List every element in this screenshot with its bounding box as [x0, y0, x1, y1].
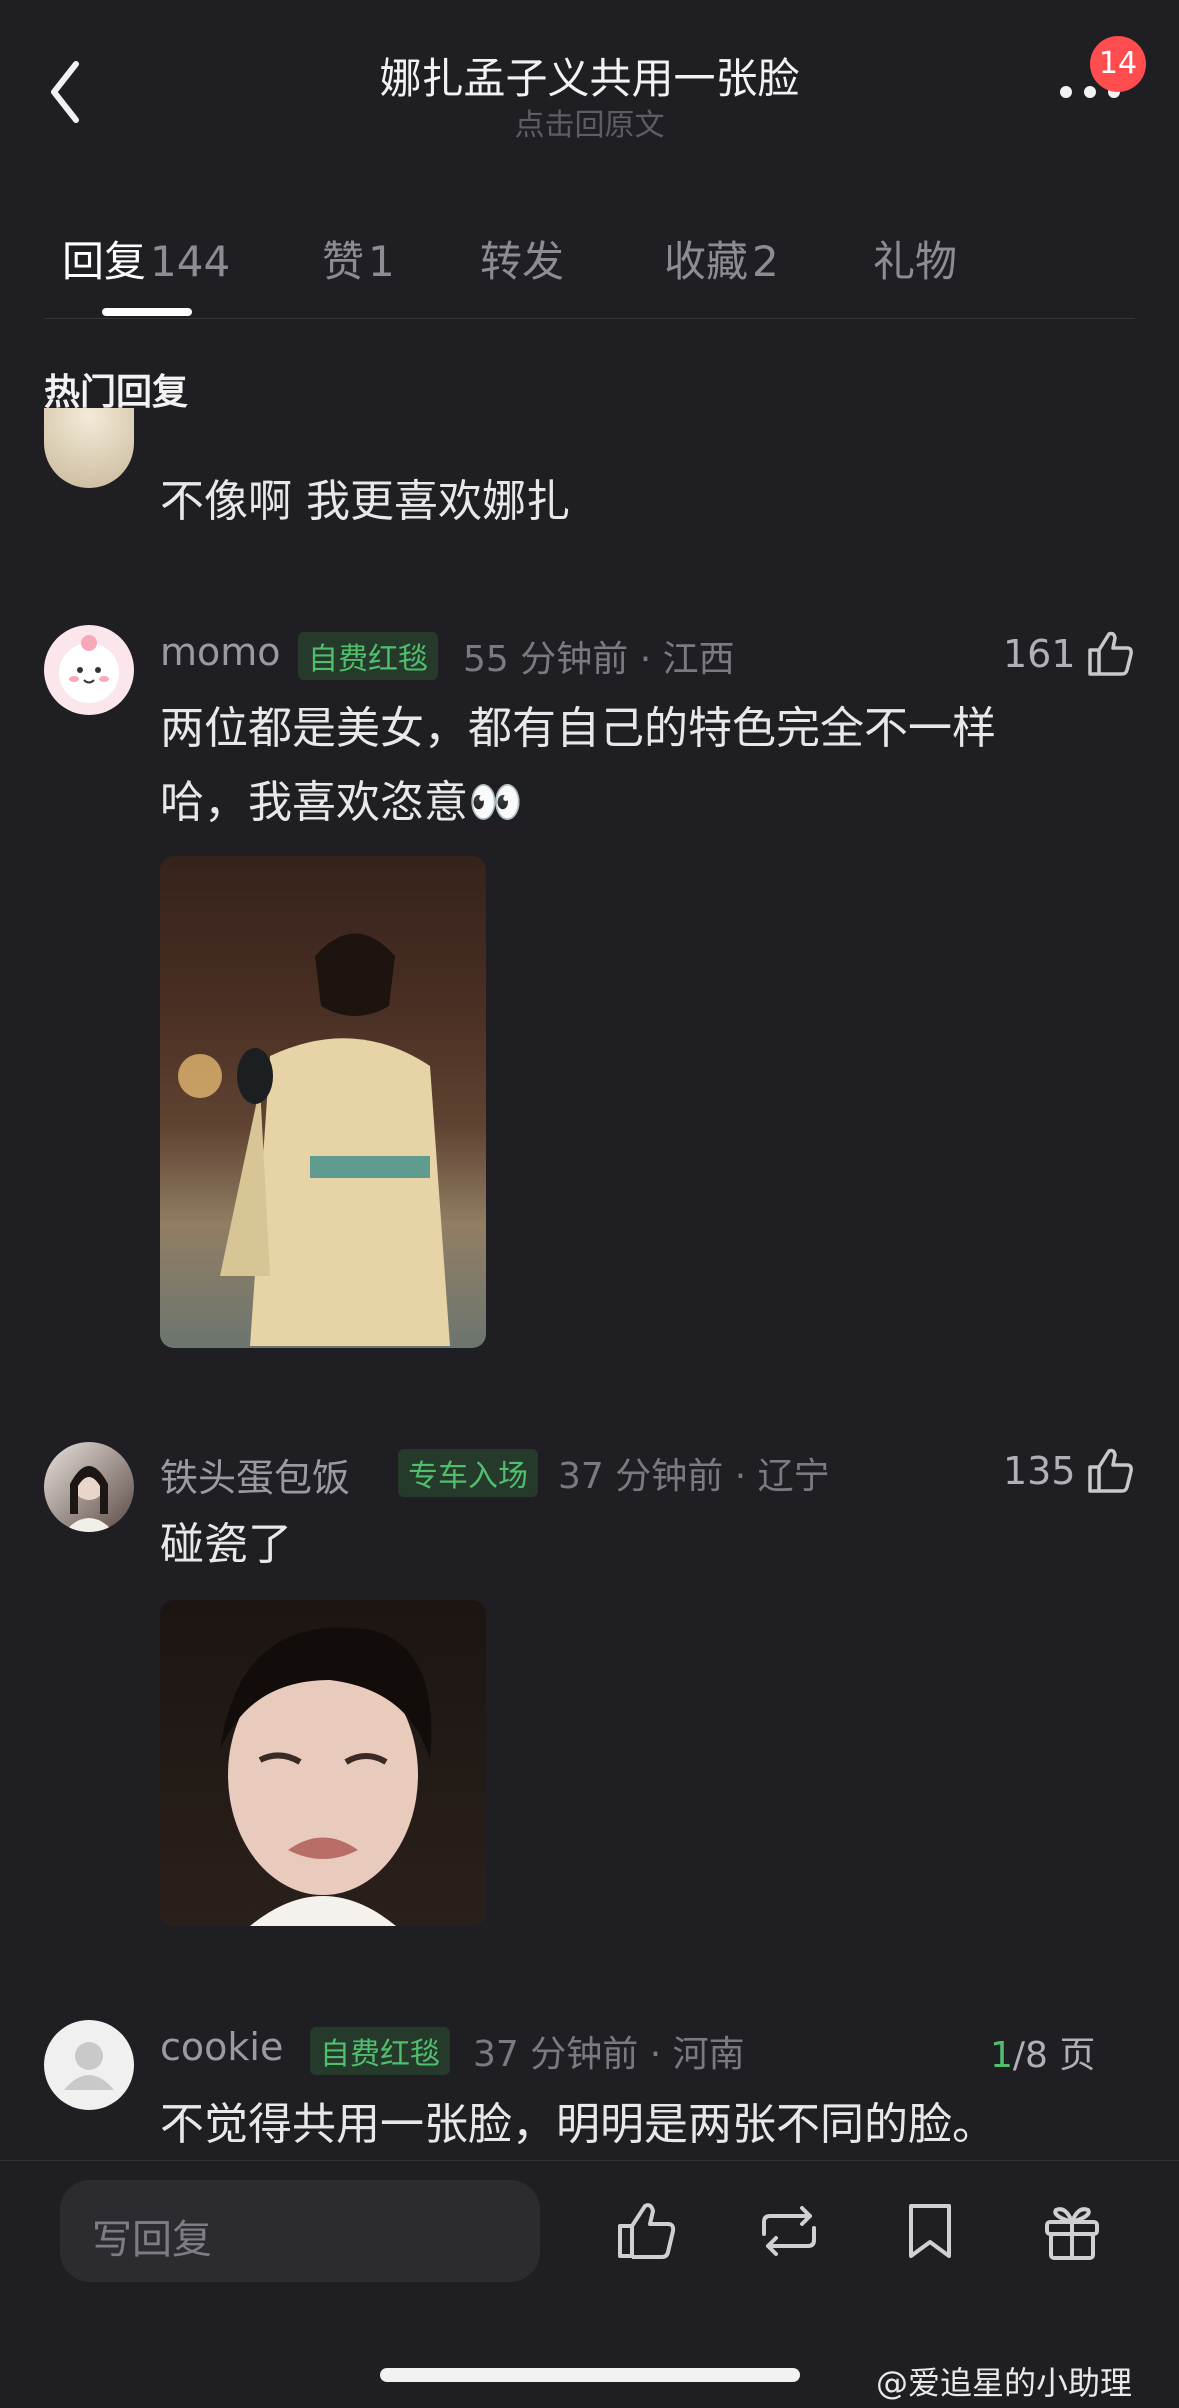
like-button-icon[interactable]: [612, 2196, 682, 2266]
avatar[interactable]: [44, 625, 134, 715]
tab-favorites[interactable]: 收藏2: [664, 228, 779, 289]
comment-meta: 55 分钟前 · 江西: [463, 639, 735, 680]
current-page: 1: [990, 2035, 1013, 2076]
tab-replies[interactable]: 回复144: [62, 228, 230, 289]
tab-label: 回复: [62, 237, 147, 286]
comment-text-line: 哈，我喜欢恣意👀: [160, 777, 523, 828]
avatar[interactable]: [44, 408, 134, 488]
tab-reposts[interactable]: 转发: [480, 228, 564, 289]
username[interactable]: cookie: [160, 2025, 283, 2069]
user-tag: 自费红毯: [310, 2027, 450, 2075]
comment-text: 两位都是美女，都有自己的特色完全不一样 哈，我喜欢恣意👀: [160, 692, 996, 840]
tab-count: 1: [368, 237, 395, 286]
comment-text-line: 两位都是美女，都有自己的特色完全不一样: [160, 703, 996, 754]
reply-placeholder: 写回复: [92, 2217, 212, 2263]
username[interactable]: 铁头蛋包饭: [160, 1447, 350, 1502]
comment-text: 碰瓷了: [160, 1519, 292, 1570]
tab-likes[interactable]: 赞1: [322, 228, 395, 289]
bottom-divider: [0, 2160, 1179, 2161]
avatar[interactable]: [44, 1442, 134, 1532]
bookmark-icon[interactable]: [895, 2196, 965, 2266]
comment-meta: 37 分钟前 · 辽宁: [558, 1456, 830, 1497]
comment-photo[interactable]: [160, 1600, 486, 1926]
cartoon-avatar-icon: [59, 635, 119, 703]
tab-count: 144: [150, 237, 231, 286]
comment-text: 不觉得共用一张脸，明明是两张不同的脸。: [160, 2099, 996, 2150]
tab-label: 转发: [480, 237, 565, 286]
back-to-original-link[interactable]: 点击回原文: [0, 100, 1179, 144]
tab-label: 礼物: [873, 237, 958, 286]
tab-gifts[interactable]: 礼物: [873, 228, 957, 289]
like-count: 135: [1003, 1449, 1076, 1493]
tab-label: 赞: [322, 237, 365, 286]
page-indicator: 1/8 页: [990, 2026, 1095, 2078]
tabs-divider: [44, 318, 1135, 319]
gift-icon[interactable]: [1037, 2196, 1107, 2266]
tab-label: 收藏: [664, 237, 749, 286]
notification-badge: 14: [1090, 36, 1146, 92]
costume-photo-image: [160, 856, 486, 1348]
comment-photo[interactable]: [160, 856, 486, 1348]
page-title: 娜扎孟子义共用一张脸: [379, 54, 800, 103]
crying-face-image: [220, 1627, 432, 1926]
thumbs-up-icon[interactable]: [1084, 626, 1138, 680]
user-tag: 专车入场: [398, 1449, 538, 1497]
thumbs-up-icon[interactable]: [1084, 1443, 1138, 1497]
like-count: 161: [1003, 632, 1076, 676]
home-indicator: [380, 2368, 800, 2382]
repost-icon[interactable]: [754, 2196, 824, 2266]
active-tab-indicator: [102, 308, 192, 316]
default-user-icon: [64, 2042, 114, 2090]
tab-count: 2: [752, 237, 779, 286]
comment-text: 不像啊 我更喜欢娜扎: [160, 476, 570, 527]
username[interactable]: momo: [160, 630, 281, 674]
user-photo-icon: [64, 1466, 114, 1532]
watermark: @爱追星的小助理: [876, 2364, 1133, 2402]
total-pages: /8 页: [1012, 2035, 1096, 2076]
avatar[interactable]: [44, 2020, 134, 2110]
user-tag: 自费红毯: [298, 632, 438, 680]
comment-meta: 37 分钟前 · 河南: [473, 2034, 745, 2075]
